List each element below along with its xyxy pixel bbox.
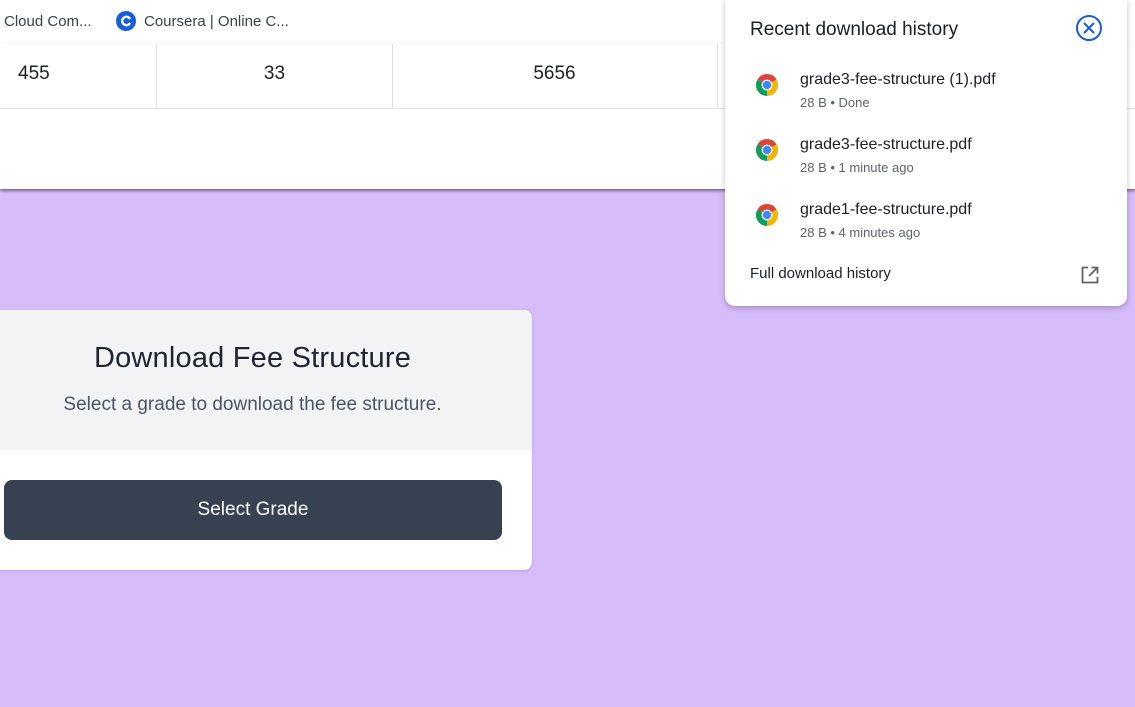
table-cell: 33 <box>157 44 393 108</box>
download-filename: grade3-fee-structure (1).pdf <box>800 71 996 88</box>
chrome-icon <box>753 71 781 99</box>
download-item[interactable]: grade3-fee-structure.pdf 28 B • 1 minute… <box>725 131 1127 189</box>
full-download-history-link[interactable]: Full download history <box>750 265 891 282</box>
download-item[interactable]: grade1-fee-structure.pdf 28 B • 4 minute… <box>725 196 1127 254</box>
select-grade-button[interactable]: Select Grade <box>4 480 502 540</box>
open-in-new-icon[interactable] <box>1079 264 1101 286</box>
table-cell: 5656 <box>392 44 718 108</box>
card-header: Download Fee Structure Select a grade to… <box>0 310 532 450</box>
bookmark-label: Cloud Com... <box>4 12 92 30</box>
download-status: 28 B • 4 minutes ago <box>800 225 921 240</box>
bookmark-label: Coursera | Online C... <box>144 12 289 30</box>
panel-title: Recent download history <box>750 19 959 40</box>
chrome-icon <box>753 136 781 164</box>
table-cell: 455 <box>0 44 157 108</box>
download-filename: grade3-fee-structure.pdf <box>800 136 972 153</box>
chrome-icon <box>753 201 781 229</box>
download-status: 28 B • Done <box>800 95 870 110</box>
download-status: 28 B • 1 minute ago <box>800 160 914 175</box>
close-icon[interactable] <box>1075 14 1103 42</box>
download-filename: grade1-fee-structure.pdf <box>800 201 972 218</box>
download-item[interactable]: grade3-fee-structure (1).pdf 28 B • Done <box>725 66 1127 124</box>
card-title: Download Fee Structure <box>93 342 412 374</box>
coursera-icon <box>116 11 136 31</box>
bookmark-coursera[interactable]: Coursera | Online C... <box>116 11 289 31</box>
download-history-panel: Recent download history grade3-fee-struc… <box>725 0 1127 306</box>
fee-structure-card: Download Fee Structure Select a grade to… <box>0 310 532 570</box>
bookmark-cloud-computing[interactable]: Cloud Com... <box>4 11 92 31</box>
card-subtitle: Select a grade to download the fee struc… <box>63 394 442 415</box>
